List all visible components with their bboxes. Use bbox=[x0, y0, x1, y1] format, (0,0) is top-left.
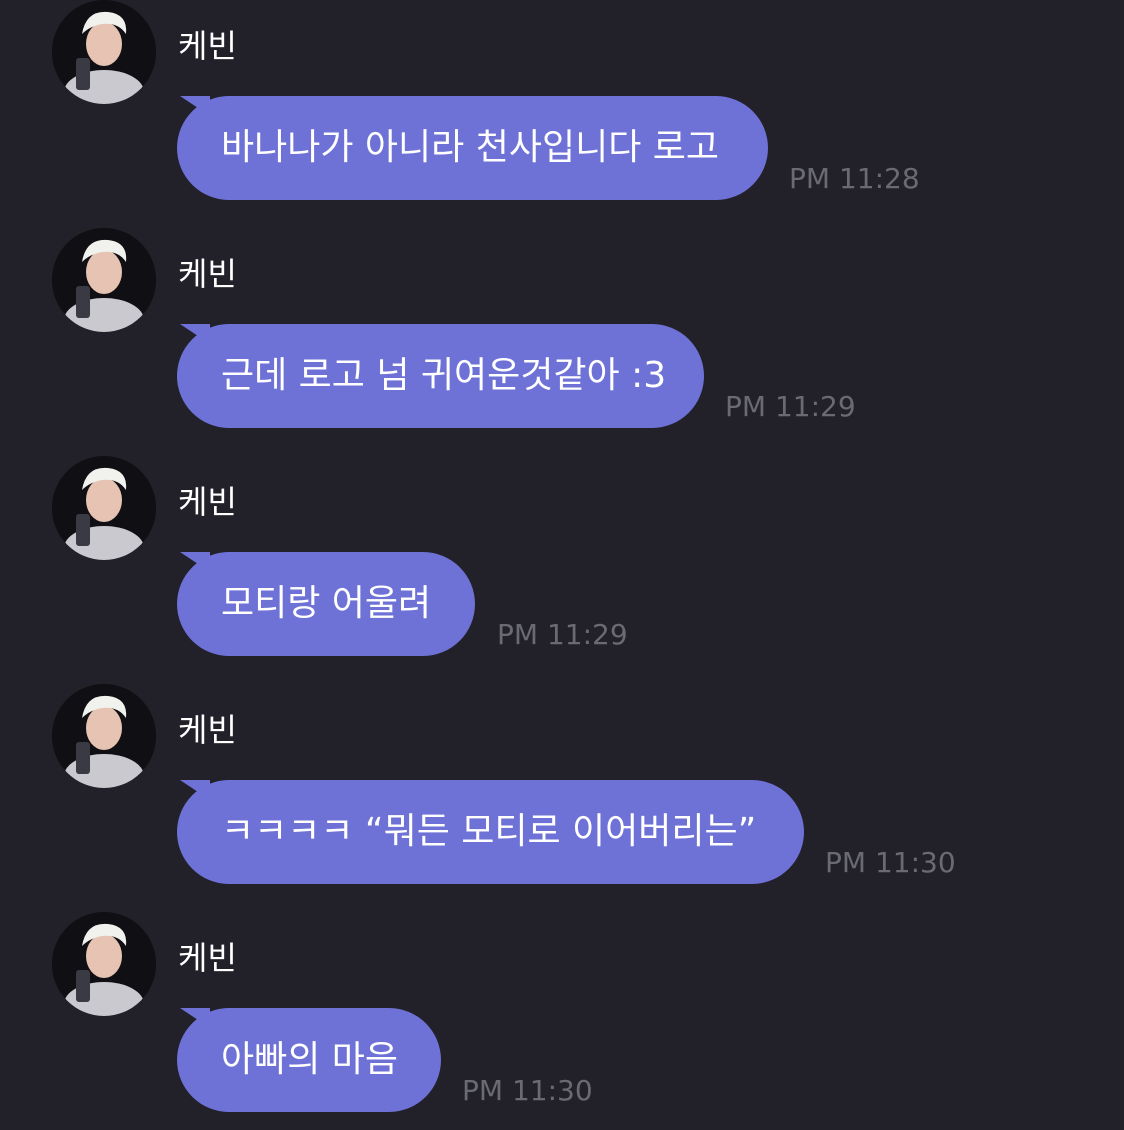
message-group: 케빈 근데 로고 넘 귀여운것같아 :3 PM 11:29 bbox=[0, 228, 1124, 456]
sender-name: 케빈 bbox=[178, 255, 237, 293]
sender-name: 케빈 bbox=[178, 483, 237, 521]
chat-message-list[interactable]: 케빈 바나나가 아니라 천사입니다 로고 PM 11:28 케빈 근데 로고 넘… bbox=[0, 0, 1124, 1130]
avatar-photo bbox=[52, 684, 156, 788]
message-bubble[interactable]: 근데 로고 넘 귀여운것같아 :3 bbox=[177, 324, 704, 428]
message-group: 케빈 바나나가 아니라 천사입니다 로고 PM 11:28 bbox=[0, 0, 1124, 228]
avatar[interactable] bbox=[52, 228, 156, 332]
avatar[interactable] bbox=[52, 912, 156, 1016]
avatar[interactable] bbox=[52, 684, 156, 788]
avatar-photo bbox=[52, 0, 156, 104]
message-bubble[interactable]: 아빠의 마음 bbox=[177, 1008, 441, 1112]
avatar[interactable] bbox=[52, 0, 156, 104]
message-group: 케빈 모티랑 어울려 PM 11:29 bbox=[0, 456, 1124, 684]
message-group: 케빈 ㅋㅋㅋㅋ “뭐든 모티로 이어버리는” PM 11:30 bbox=[0, 684, 1124, 912]
message-bubble[interactable]: 모티랑 어울려 bbox=[177, 552, 475, 656]
avatar-photo bbox=[52, 912, 156, 1016]
message-timestamp: PM 11:28 bbox=[789, 162, 920, 195]
message-timestamp: PM 11:29 bbox=[497, 618, 628, 651]
message-bubble[interactable]: 바나나가 아니라 천사입니다 로고 bbox=[177, 96, 768, 200]
sender-name: 케빈 bbox=[178, 27, 237, 65]
avatar[interactable] bbox=[52, 456, 156, 560]
sender-name: 케빈 bbox=[178, 711, 237, 749]
message-timestamp: PM 11:30 bbox=[825, 846, 956, 879]
message-timestamp: PM 11:29 bbox=[725, 390, 856, 423]
message-bubble[interactable]: ㅋㅋㅋㅋ “뭐든 모티로 이어버리는” bbox=[177, 780, 804, 884]
avatar-photo bbox=[52, 456, 156, 560]
message-group: 케빈 아빠의 마음 PM 11:30 bbox=[0, 912, 1124, 1130]
message-timestamp: PM 11:30 bbox=[462, 1074, 593, 1107]
avatar-photo bbox=[52, 228, 156, 332]
sender-name: 케빈 bbox=[178, 939, 237, 977]
